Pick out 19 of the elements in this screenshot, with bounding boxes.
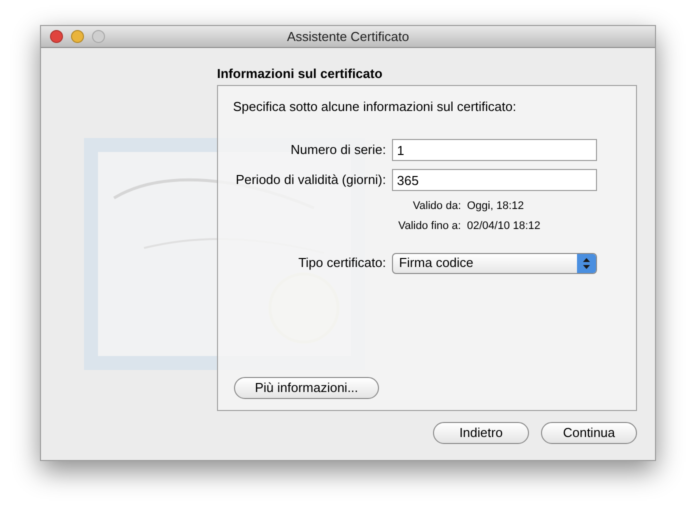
date-value: Oggi, 18:12: [467, 198, 524, 214]
continue-button[interactable]: Continua: [541, 422, 637, 444]
section-heading: Informazioni sul certificato: [217, 65, 384, 83]
window-title: Assistente Certificato: [286, 28, 410, 46]
intro-text: Specifica sotto alcune informazioni sul certificato:: [232, 98, 518, 116]
field-label: Tipo certificato:: [297, 254, 387, 272]
input-field[interactable]: 1: [392, 139, 597, 161]
stepper-arrows-icon: [577, 254, 596, 272]
back-button[interactable]: Indietro: [433, 422, 529, 444]
date-value: 02/04/10 18:12: [467, 218, 540, 234]
type-popup[interactable]: Firma codice: [392, 252, 597, 274]
input-field[interactable]: 365: [392, 169, 597, 191]
minimize-button[interactable]: [71, 30, 84, 43]
more-info-button[interactable]: Più informazioni...: [234, 376, 379, 399]
field-label: Periodo di validità (giorni):: [234, 171, 387, 190]
field-label: Numero di serie:: [290, 141, 387, 160]
close-button[interactable]: [50, 30, 63, 43]
date-label: Valido da:: [412, 198, 462, 214]
date-label: Valido fino a:: [397, 218, 462, 234]
